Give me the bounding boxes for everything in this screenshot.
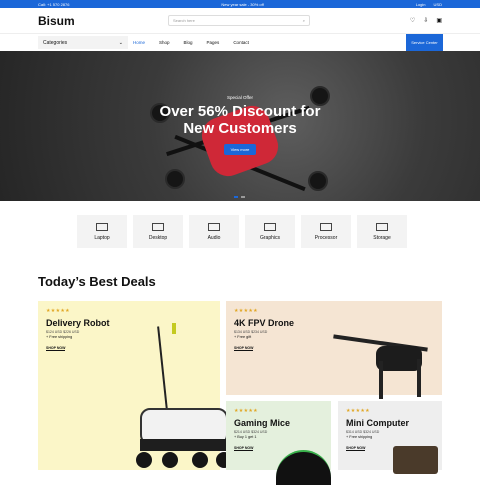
laptop-icon <box>96 222 108 231</box>
drone-leg <box>417 359 421 397</box>
desktop-icon <box>152 222 164 231</box>
shop-now-link[interactable]: SHOP NOW <box>46 346 66 351</box>
slider-dots <box>234 196 245 198</box>
deals-title: Today’s Best Deals <box>38 274 156 289</box>
category-laptop[interactable]: Laptop <box>77 215 127 248</box>
menu-contact[interactable]: Contact <box>233 40 249 45</box>
deal-price: $134 USD $234 USD <box>234 330 268 334</box>
robot-antenna <box>157 326 168 412</box>
category-processor[interactable]: Processor <box>301 215 351 248</box>
deal-title: Gaming Mice <box>234 418 291 428</box>
menu-blog[interactable]: Blog <box>184 40 193 45</box>
menu-home[interactable]: Home <box>133 40 145 45</box>
categories-dropdown[interactable]: Categories ⌄ <box>38 36 128 49</box>
category-label: Desktop <box>148 234 168 241</box>
promo-text: New year sale - 30% off <box>221 1 264 7</box>
headphones-icon <box>208 222 220 231</box>
header: Bisum Search here ⌕ ♡ ⇩ ▣ <box>0 8 480 34</box>
deal-card-drone[interactable]: ★★★★★ 4K FPV Drone $134 USD $234 USD + F… <box>226 301 442 399</box>
rating-stars: ★★★★★ <box>46 308 70 314</box>
shop-now-link[interactable]: SHOP NOW <box>346 446 366 451</box>
menu-shop[interactable]: Shop <box>159 40 170 45</box>
rating-stars: ★★★★★ <box>346 408 370 414</box>
chevron-down-icon: ⌄ <box>118 39 123 46</box>
robot-flag <box>172 323 176 334</box>
slide-dot-active[interactable] <box>234 196 238 198</box>
category-audio[interactable]: Audio <box>189 215 239 248</box>
service-center-button[interactable]: Service Center <box>406 34 443 51</box>
hero-text: Special Offer Over 56% Discount for New … <box>0 95 480 156</box>
view-more-button[interactable]: View more <box>223 144 257 155</box>
main-nav: Categories ⌄ Home Shop Blog Pages Contac… <box>0 34 480 51</box>
hero-eyebrow: Special Offer <box>227 95 253 100</box>
category-graphics[interactable]: Graphics <box>245 215 295 248</box>
download-icon[interactable]: ⇩ <box>423 17 428 24</box>
topbar-right: Login USD <box>416 2 442 7</box>
deal-note: + Free shipping <box>346 435 373 439</box>
shop-now-link[interactable]: SHOP NOW <box>234 446 254 451</box>
phone-text: Call: +1 570 2876 <box>38 1 70 7</box>
category-label: Laptop <box>94 234 110 241</box>
deal-note: + Buy 1 get 1 <box>234 435 257 439</box>
category-list: Laptop Desktop Audio Graphics Processor … <box>77 215 407 248</box>
category-label: Audio <box>207 234 221 241</box>
search-placeholder: Search here <box>173 18 195 23</box>
drone-propeller <box>165 169 185 189</box>
header-icons: ♡ ⇩ ▣ <box>410 17 442 24</box>
hero-title-line-2: New Customers <box>183 120 297 137</box>
drone-leg <box>379 361 383 399</box>
search-icon[interactable]: ⌕ <box>303 18 305 23</box>
graphics-card-icon <box>264 222 276 231</box>
shop-now-link[interactable]: SHOP NOW <box>234 346 254 351</box>
category-storage[interactable]: Storage <box>357 215 407 248</box>
deal-price: $124 USD $226 USD <box>46 330 80 334</box>
menu-pages[interactable]: Pages <box>207 40 220 45</box>
site-logo[interactable]: Bisum <box>38 14 168 28</box>
deal-price: $214 USD $324 USD <box>234 430 268 434</box>
storage-icon <box>376 222 388 231</box>
deal-card-mice[interactable]: ★★★★★ Gaming Mice $214 USD $324 USD + Bu… <box>226 401 331 485</box>
categories-label: Categories <box>43 39 68 46</box>
deal-title: 4K FPV Drone <box>234 318 295 328</box>
mouse-image <box>276 450 331 485</box>
category-label: Graphics <box>259 234 280 241</box>
deal-card-mini-computer[interactable]: ★★★★★ Mini Computer $314 USD $324 USD + … <box>338 401 442 474</box>
category-label: Storage <box>373 234 391 241</box>
processor-icon <box>320 222 332 231</box>
cart-icon[interactable]: ▣ <box>436 17 442 24</box>
rating-stars: ★★★★★ <box>234 408 258 414</box>
slide-dot[interactable] <box>241 196 245 198</box>
top-bar: Call: +1 570 2876 New year sale - 30% of… <box>0 0 480 8</box>
category-desktop[interactable]: Desktop <box>133 215 183 248</box>
login-link[interactable]: Login <box>416 2 426 7</box>
robot-image <box>136 408 232 473</box>
deal-note: + Free shipping <box>46 335 73 339</box>
wishlist-icon[interactable]: ♡ <box>410 17 415 24</box>
rating-stars: ★★★★★ <box>234 308 258 314</box>
deal-title: Mini Computer <box>346 418 409 428</box>
hero-banner: Special Offer Over 56% Discount for New … <box>0 51 480 201</box>
deal-price: $314 USD $324 USD <box>346 430 380 434</box>
search-input[interactable]: Search here ⌕ <box>168 15 310 26</box>
deal-card-robot[interactable]: ★★★★★ Delivery Robot $124 USD $226 USD +… <box>38 301 232 470</box>
menu: Home Shop Blog Pages Contact <box>133 40 249 45</box>
hero-title-line-1: Over 56% Discount for <box>159 103 321 120</box>
category-label: Processor <box>314 234 338 241</box>
currency-select[interactable]: USD <box>434 2 442 7</box>
deal-title: Delivery Robot <box>46 318 110 328</box>
drone-propeller <box>308 171 328 191</box>
